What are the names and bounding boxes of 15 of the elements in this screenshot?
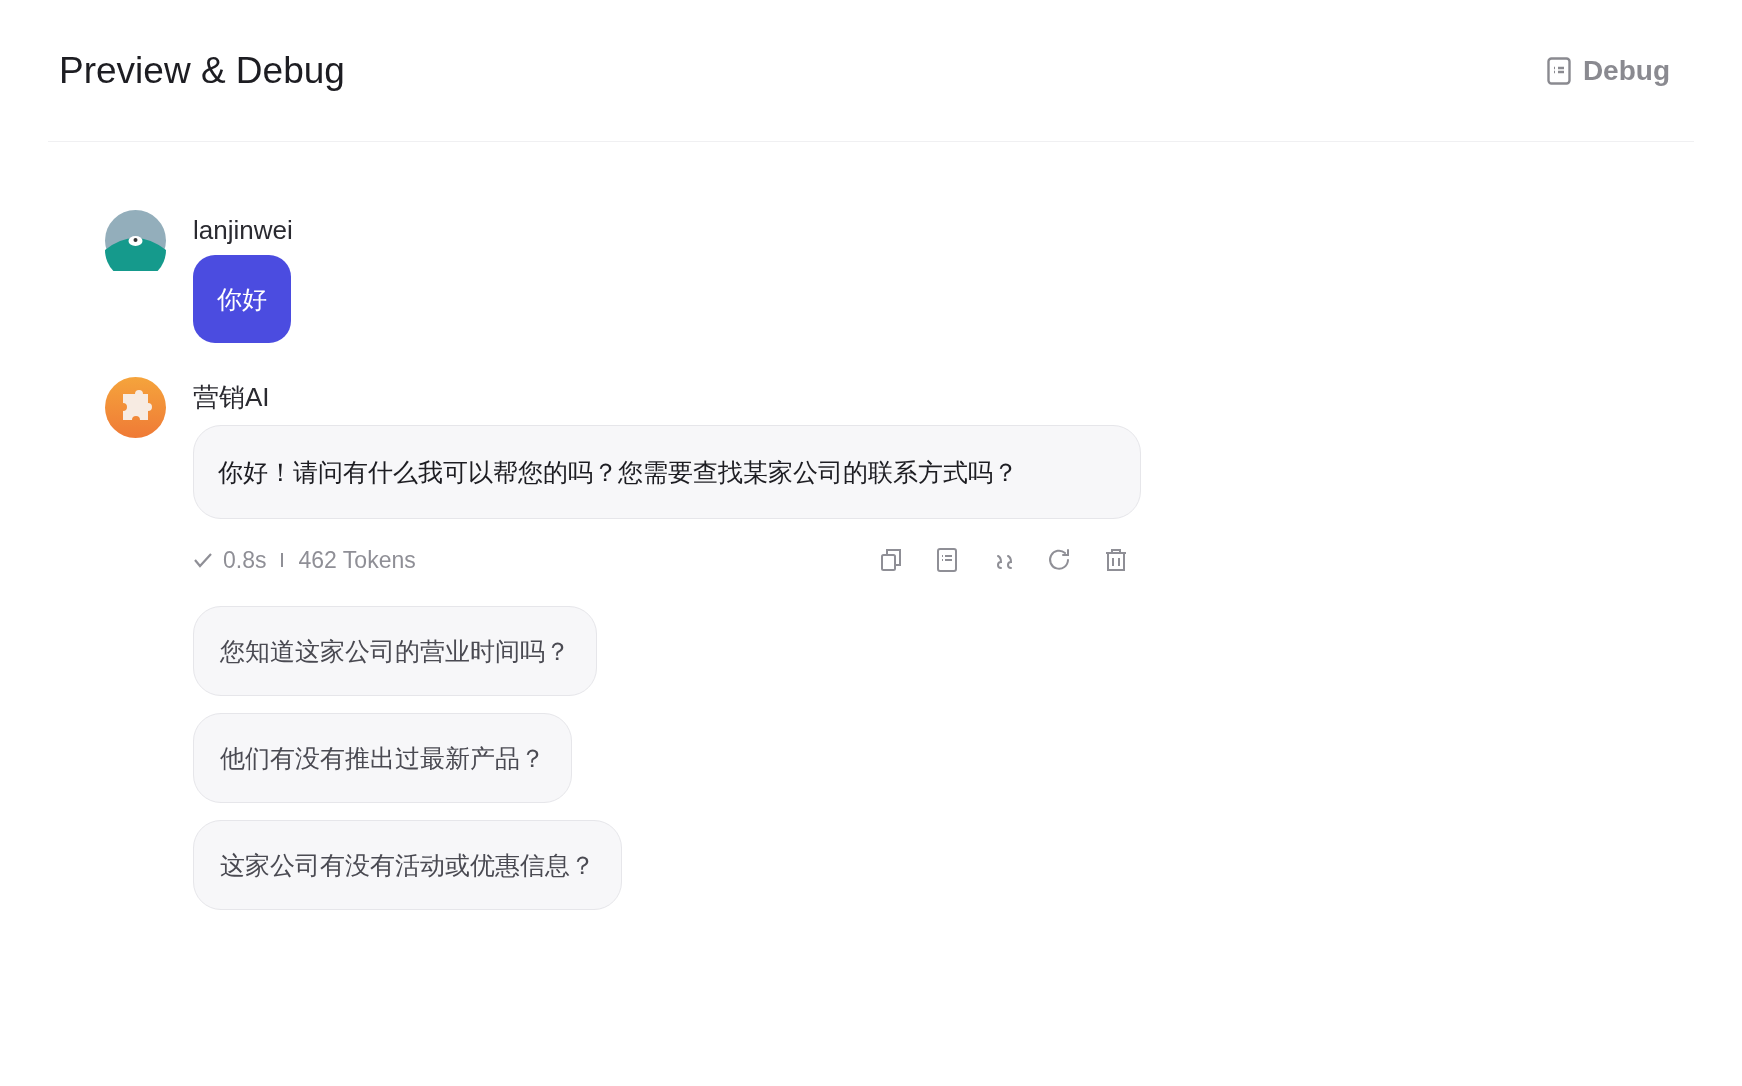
token-count: 462 Tokens (298, 546, 416, 575)
checkmark-icon (193, 552, 213, 569)
page-title: Preview & Debug (59, 48, 345, 93)
author-name: 营销AI (193, 381, 270, 414)
document-icon (1546, 56, 1571, 85)
suggestion-chip[interactable]: 您知道这家公司的营业时间吗？ (193, 605, 597, 696)
author-name: lanjinwei (193, 214, 293, 247)
avatar (105, 377, 166, 438)
trash-icon[interactable] (1103, 547, 1129, 574)
response-time: 0.8s (223, 546, 267, 575)
bot-message: 你好！请问有什么我可以帮您的吗？您需要查找某家公司的联系方式吗？ (193, 425, 1141, 519)
avatar (105, 210, 166, 271)
suggestion-chip[interactable]: 他们有没有推出过最新产品？ (193, 712, 572, 803)
suggestion-chip[interactable]: 这家公司有没有活动或优惠信息？ (193, 819, 622, 910)
user-message: 你好 (193, 255, 291, 343)
